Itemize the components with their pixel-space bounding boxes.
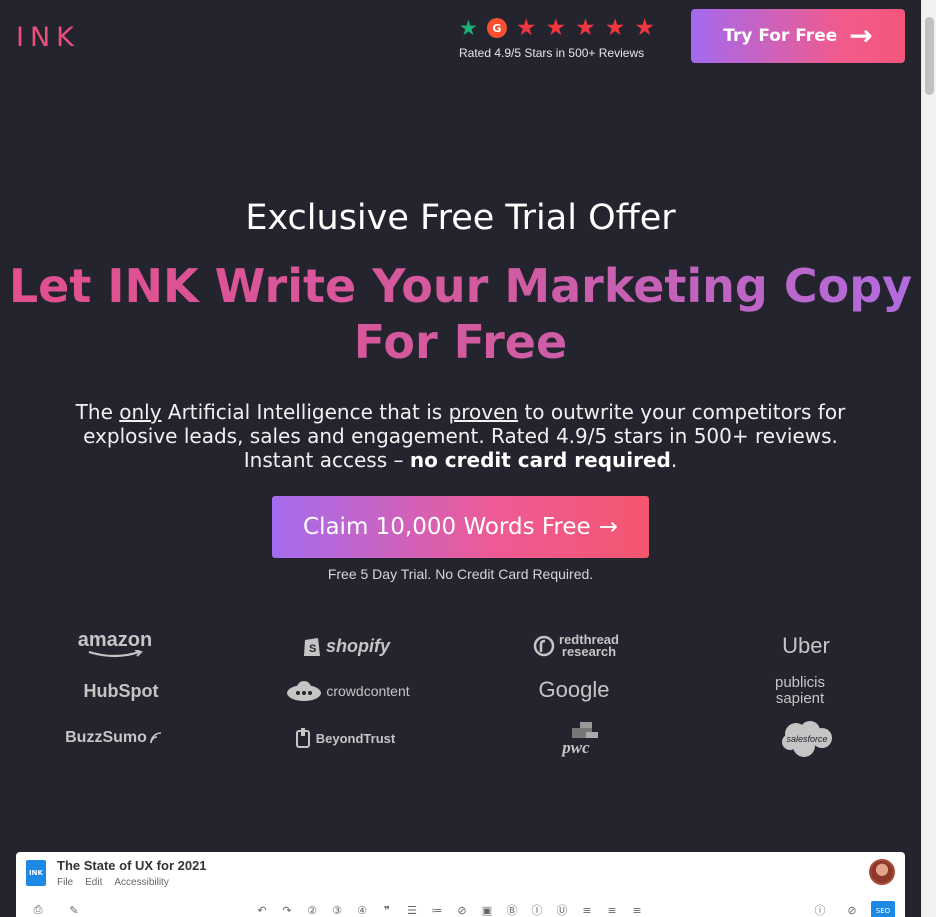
salesforce-logo-text: salesforce (786, 734, 828, 744)
publicis-sapient-logo: publicis sapient (764, 674, 836, 708)
claim-words-button[interactable]: Claim 10,000 Words Free → (272, 496, 649, 558)
seo-button[interactable]: SEO (871, 901, 895, 917)
editor-toolbar: ⎙ ✎ ↶ ↷ ② ③ ④ ❞ ☰ ≔ ⊘ ▣ Ⓑ Ⓘ Ⓤ ≡ ≡ ≡ ⓘ ⊘ (16, 902, 905, 917)
uber-logo-text: Uber (782, 633, 830, 658)
try-button-label: Try For Free (723, 26, 838, 46)
redthread-logo: redthread research (528, 632, 624, 660)
menu-file[interactable]: File (57, 877, 73, 888)
star-icon: ★ (515, 15, 537, 41)
hero-title-line1: Let INK Write Your Marketing Copy (8, 259, 913, 313)
crowdcontent-logo-text: crowdcontent (326, 683, 410, 699)
align-right-icon[interactable]: ≡ (629, 902, 645, 917)
link-icon[interactable]: ✎ (66, 902, 82, 917)
desc-proven: proven (448, 400, 519, 424)
crowdcontent-logo: crowdcontent (282, 678, 414, 704)
google-logo-text: Google (538, 677, 610, 702)
hyperlink-icon[interactable]: ⊘ (454, 902, 470, 917)
rating-stars: ★ G ★ ★ ★ ★ ★ (459, 16, 669, 40)
claim-button-label: Claim 10,000 Words Free (303, 514, 591, 540)
uber-logo: Uber (770, 632, 842, 660)
ink-logo[interactable]: INK (16, 22, 80, 53)
star-icon: ★ (545, 15, 567, 41)
heading3-icon[interactable]: ③ (329, 902, 345, 917)
beyondtrust-logo: BeyondTrust (292, 724, 398, 752)
hero-title: Let INK Write Your Marketing Copy For Fr… (0, 258, 921, 370)
amazon-logo-text: amazon (77, 629, 153, 651)
hero-description: The only Artificial Intelligence that is… (48, 400, 873, 472)
bold-icon[interactable]: Ⓑ (504, 902, 520, 917)
try-for-free-button[interactable]: Try For Free → (691, 9, 905, 63)
publicis-text: publicis (774, 674, 826, 691)
scrollbar[interactable] (921, 0, 936, 917)
image-icon[interactable]: ▣ (479, 902, 495, 917)
italic-icon[interactable]: Ⓘ (529, 902, 545, 917)
shopify-logo: S shopify (300, 632, 392, 660)
buzzsumo-logo-text: BuzzSumo (65, 729, 147, 746)
user-avatar[interactable] (869, 859, 895, 885)
disable-icon[interactable]: ⊘ (844, 902, 860, 917)
desc-only: only (119, 400, 162, 424)
numbered-list-icon[interactable]: ≔ (429, 902, 445, 917)
arrow-right-icon: → (598, 514, 618, 540)
quote-icon[interactable]: ❞ (379, 902, 395, 917)
google-logo: Google (536, 676, 612, 704)
menu-edit[interactable]: Edit (85, 877, 102, 888)
star-icon: ★ (604, 15, 626, 41)
salesforce-logo: salesforce (780, 720, 834, 758)
amazon-logo: amazon (70, 630, 160, 658)
hubspot-logo: HubSpot (78, 678, 164, 704)
rating-text: Rated 4.9/5 Stars in 500+ Reviews (459, 46, 645, 60)
menu-accessibility[interactable]: Accessibility (114, 877, 168, 888)
help-icon[interactable]: ⓘ (812, 902, 828, 917)
hubspot-logo-text: HubSpot (83, 680, 159, 701)
buzzsumo-logo: BuzzSumo (64, 726, 164, 750)
desc-text: . (670, 448, 678, 472)
desc-text: Artificial Intelligence that is (161, 400, 449, 424)
heading4-icon[interactable]: ④ (354, 902, 370, 917)
research-text: research (561, 644, 617, 659)
shopify-logo-text: shopify (325, 635, 390, 656)
rating-block: ★ G ★ ★ ★ ★ ★ Rated 4.9/5 Stars in 500+ … (459, 16, 669, 61)
pwc-logo-text: pwc (562, 738, 590, 757)
arrow-right-icon: → (849, 19, 873, 52)
align-center-icon[interactable]: ≡ (604, 902, 620, 917)
document-menu: File Edit Accessibility (57, 877, 169, 888)
hero-title-line2: For Free (353, 315, 568, 369)
underline-icon[interactable]: Ⓤ (554, 902, 570, 917)
trial-note: Free 5 Day Trial. No Credit Card Require… (327, 566, 594, 582)
g2-icon: G (486, 18, 507, 38)
undo-icon[interactable]: ↶ (254, 902, 270, 917)
star-icon: ★ (634, 15, 655, 41)
align-left-icon[interactable]: ≡ (579, 902, 595, 917)
pwc-logo: pwc (548, 720, 604, 758)
beyondtrust-logo-text: BeyondTrust (315, 730, 396, 746)
svg-text:S: S (309, 643, 316, 655)
heading2-icon[interactable]: ② (304, 902, 320, 917)
document-icon: INK (26, 860, 46, 886)
app-preview: INK The State of UX for 2021 File Edit A… (16, 852, 905, 917)
print-icon[interactable]: ⎙ (30, 902, 46, 917)
desc-text: The (75, 400, 120, 424)
bullet-list-icon[interactable]: ☰ (404, 902, 420, 917)
redo-icon[interactable]: ↷ (279, 902, 295, 917)
scrollbar-thumb[interactable] (925, 17, 934, 95)
document-title: The State of UX for 2021 (57, 858, 207, 873)
sapient-text: sapient (775, 690, 825, 707)
hero-kicker: Exclusive Free Trial Offer (245, 198, 676, 238)
star-icon: ★ (575, 15, 596, 41)
trustpilot-star-icon: ★ (459, 16, 478, 40)
desc-no-credit-card: no credit card required (409, 448, 671, 472)
